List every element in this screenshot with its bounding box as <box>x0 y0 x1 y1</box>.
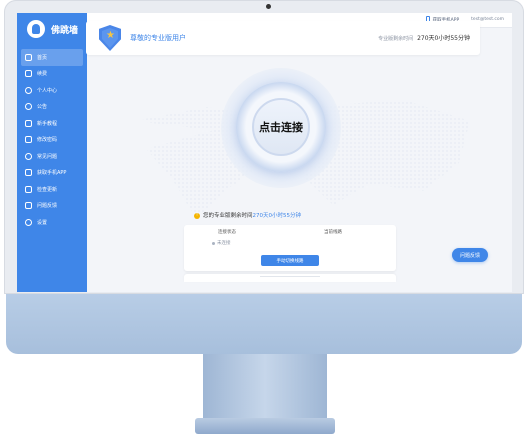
home-icon <box>25 53 32 61</box>
vip-shield-icon: ★ <box>99 25 121 51</box>
current-line-label: 当前线路 <box>324 230 342 235</box>
sidebar-item-label: 设置 <box>37 219 48 226</box>
sidebar-item-renew[interactable]: 续费 <box>21 66 83 83</box>
sidebar-item-label: 公告 <box>37 104 48 111</box>
brand-logo-icon <box>27 20 45 38</box>
feedback-button[interactable]: 问题反馈 <box>452 248 488 262</box>
status-dot-icon <box>212 241 215 245</box>
shield-inner: ★ <box>102 28 118 48</box>
gear-icon <box>25 218 32 226</box>
sidebar-item-label: 首页 <box>37 54 48 61</box>
camera-dot <box>266 4 271 9</box>
bell-icon <box>25 103 32 111</box>
connection-state: 未连接 <box>212 240 231 246</box>
user-level-title: 尊敬的专业版用户 <box>130 34 186 42</box>
user-card: ★ 尊敬的专业版用户 专业版剩余时间 270天0小时55分钟 <box>86 21 480 55</box>
sidebar: 佛跳墙 首页 续费 个人中心 公告 新手教程 修改密码 常见问题 获取手机APP… <box>17 13 87 292</box>
sidebar-item-label: 常见问题 <box>37 153 58 160</box>
secondary-card <box>184 274 396 282</box>
sidebar-item-label: 问题反馈 <box>37 203 58 210</box>
update-icon <box>25 185 32 193</box>
remaining-time-label: 专业版剩余时间 <box>378 36 414 42</box>
connection-state-value: 未连接 <box>217 241 231 246</box>
sidebar-item-notice[interactable]: 公告 <box>21 99 83 116</box>
monitor-foot <box>195 418 335 434</box>
connection-state-label: 连接状态 <box>218 230 236 235</box>
sidebar-item-get-app[interactable]: 获取手机APP <box>21 165 83 182</box>
expiry-notice: ! 您的专业版剩余时间270天0小时55分钟 <box>0 211 495 219</box>
sidebar-item-password[interactable]: 修改密码 <box>21 132 83 149</box>
monitor-stand <box>203 354 327 420</box>
user-icon <box>25 86 32 94</box>
phone-icon <box>25 169 32 177</box>
connect-button[interactable]: 点击连接 <box>252 98 310 156</box>
sidebar-item-label: 修改密码 <box>37 137 58 144</box>
expiry-prefix: 您的专业版剩余时间 <box>202 213 253 219</box>
sidebar-item-label: 个人中心 <box>37 87 58 94</box>
sidebar-item-faq[interactable]: 常见问题 <box>21 148 83 165</box>
sidebar-item-home[interactable]: 首页 <box>21 49 83 66</box>
monitor-chin <box>6 294 522 354</box>
brand-name: 佛跳墙 <box>51 25 79 36</box>
feedback-icon <box>25 202 32 210</box>
question-icon <box>25 152 32 160</box>
brand: 佛跳墙 <box>17 15 87 43</box>
expiry-value: 270天0小时55分钟 <box>252 213 302 219</box>
switch-line-button[interactable]: 手动切换线路 <box>261 255 319 266</box>
remaining-time-value: 270天0小时55分钟 <box>417 35 470 42</box>
edit-icon <box>25 136 32 144</box>
renew-icon <box>25 70 32 78</box>
sidebar-item-update[interactable]: 检查更新 <box>21 181 83 198</box>
sidebar-item-label: 获取手机APP <box>37 170 67 177</box>
connection-status-card: 连接状态 当前线路 未连接 手动切换线路 <box>184 225 396 271</box>
sidebar-item-label: 检查更新 <box>37 186 58 193</box>
book-icon <box>25 119 32 127</box>
sidebar-nav: 首页 续费 个人中心 公告 新手教程 修改密码 常见问题 获取手机APP 检查更… <box>17 49 87 231</box>
divider <box>260 276 320 277</box>
sidebar-item-tutorial[interactable]: 新手教程 <box>21 115 83 132</box>
sidebar-item-profile[interactable]: 个人中心 <box>21 82 83 99</box>
sidebar-item-label: 续费 <box>37 71 48 78</box>
remaining-time: 专业版剩余时间 270天0小时55分钟 <box>378 33 470 42</box>
warning-icon: ! <box>193 212 200 219</box>
star-icon: ★ <box>106 30 115 41</box>
sidebar-item-label: 新手教程 <box>37 120 58 127</box>
